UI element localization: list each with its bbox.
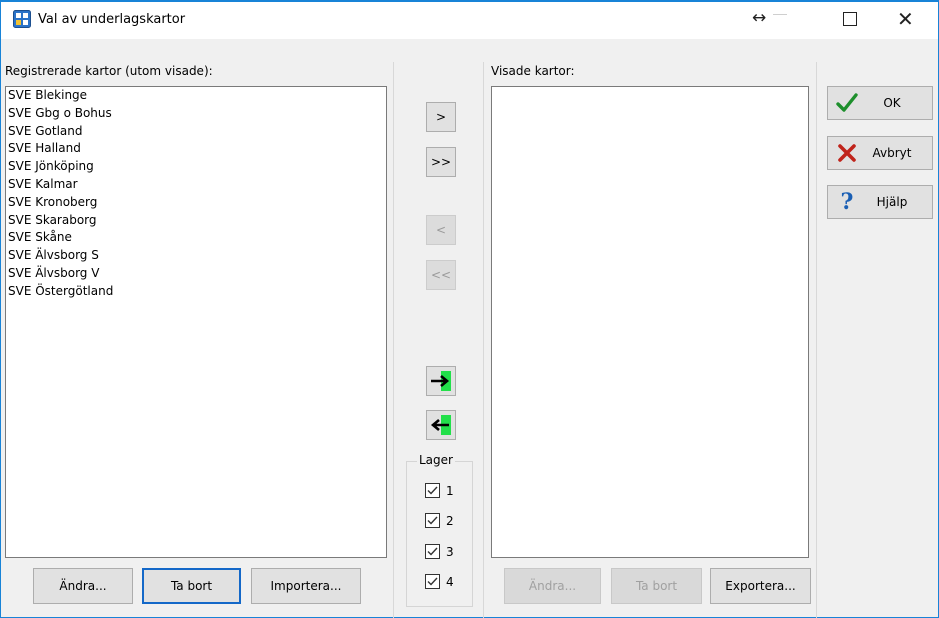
check-mark-icon (427, 547, 438, 556)
close-icon[interactable]: ✕ (897, 7, 914, 31)
divider-right (816, 62, 817, 618)
layer-2-label: 2 (446, 513, 454, 528)
title-bar[interactable]: Val av underlagskartor ↔ ✕ (1, 2, 938, 39)
check-mark-icon (427, 516, 438, 525)
right-remove-button[interactable]: Ta bort (611, 568, 702, 604)
move-left-button[interactable]: < (426, 215, 456, 245)
arrow-left-green-icon (430, 415, 451, 435)
layer-2-row[interactable]: 2 (425, 513, 454, 528)
list-item[interactable]: SVE Gbg o Bohus (6, 105, 386, 123)
layer-4-label: 4 (446, 574, 454, 589)
dialog-window: Val av underlagskartor ↔ ✕ Registrerade … (0, 0, 939, 618)
x-cross-icon (836, 142, 858, 164)
list-item[interactable]: SVE Skåne (6, 229, 386, 247)
layer-3-label: 3 (446, 544, 454, 559)
divider-left (393, 62, 394, 618)
shown-maps-list[interactable] (491, 86, 809, 558)
list-item[interactable]: SVE Gotland (6, 123, 386, 141)
list-item[interactable]: SVE Blekinge (6, 87, 386, 105)
list-item[interactable]: SVE Älvsborg V (6, 265, 386, 283)
layer-2-checkbox[interactable] (425, 513, 440, 528)
layer-3-checkbox[interactable] (425, 544, 440, 559)
ok-label: OK (883, 96, 901, 110)
move-right-button[interactable]: > (426, 102, 456, 132)
ok-button[interactable]: OK (827, 86, 933, 120)
window-grid-icon (13, 10, 31, 28)
left-edit-button[interactable]: Ändra... (33, 568, 133, 604)
window-title: Val av underlagskartor (38, 12, 186, 27)
layers-legend: Lager (417, 453, 455, 467)
layer-4-checkbox[interactable] (425, 574, 440, 589)
import-button[interactable]: Importera... (251, 568, 361, 604)
right-edit-button[interactable]: Ändra... (504, 568, 601, 604)
divider-middle (483, 62, 484, 618)
list-item[interactable]: SVE Jönköping (6, 158, 386, 176)
shown-maps-label: Visade kartor: (491, 64, 575, 78)
list-item[interactable]: SVE Östergötland (6, 283, 386, 301)
layer-1-row[interactable]: 1 (425, 483, 454, 498)
help-button[interactable]: ? Hjälp (827, 185, 933, 219)
registered-maps-list[interactable]: SVE Blekinge SVE Gbg o Bohus SVE Gotland SV… (5, 86, 387, 558)
green-move-left-button[interactable] (426, 410, 456, 440)
question-mark-icon: ? (840, 189, 854, 215)
list-item[interactable]: SVE Skaraborg (6, 212, 386, 230)
left-remove-button[interactable]: Ta bort (142, 568, 241, 604)
list-item[interactable]: SVE Kronoberg (6, 194, 386, 212)
green-move-right-button[interactable] (426, 366, 456, 396)
layer-4-row[interactable]: 4 (425, 574, 454, 589)
checkmark-icon (836, 92, 858, 114)
minimize-icon[interactable] (773, 14, 787, 15)
list-item[interactable]: SVE Älvsborg S (6, 247, 386, 265)
check-mark-icon (427, 486, 438, 495)
registered-maps-label: Registrerade kartor (utom visade): (5, 64, 213, 78)
list-item[interactable]: SVE Kalmar (6, 176, 386, 194)
resize-icon[interactable]: ↔ (752, 8, 766, 28)
layer-1-checkbox[interactable] (425, 483, 440, 498)
layer-3-row[interactable]: 3 (425, 544, 454, 559)
cancel-button[interactable]: Avbryt (827, 136, 933, 170)
export-button[interactable]: Exportera... (710, 568, 811, 604)
help-label: Hjälp (876, 195, 908, 209)
move-all-right-button[interactable]: >> (426, 147, 456, 177)
move-all-left-button[interactable]: << (426, 260, 456, 290)
check-mark-icon (427, 577, 438, 586)
layer-1-label: 1 (446, 483, 454, 498)
list-item[interactable]: SVE Halland (6, 140, 386, 158)
arrow-right-green-icon (431, 371, 451, 391)
cancel-label: Avbryt (872, 146, 912, 160)
maximize-icon[interactable] (843, 12, 857, 26)
